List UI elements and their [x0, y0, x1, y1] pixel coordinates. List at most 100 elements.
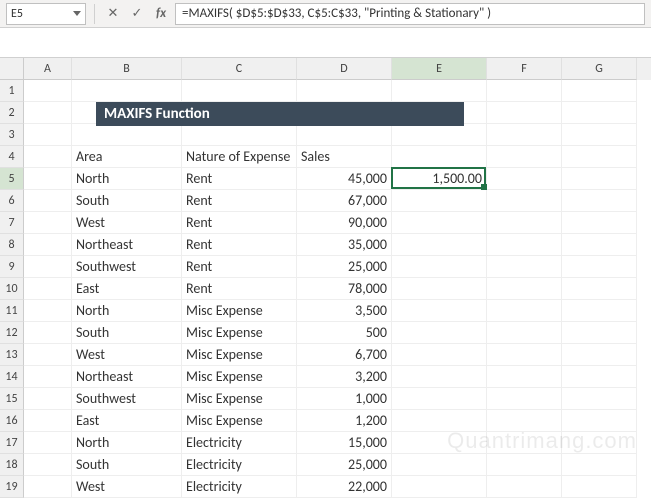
cell-F12[interactable]: [487, 322, 562, 344]
cell-G15[interactable]: [562, 388, 637, 410]
cell-area[interactable]: East: [72, 410, 182, 432]
cell-F6[interactable]: [487, 190, 562, 212]
cell-F8[interactable]: [487, 234, 562, 256]
cell-sales[interactable]: 500: [297, 322, 392, 344]
cell-sales[interactable]: 67,000: [297, 190, 392, 212]
cell-D1[interactable]: [297, 80, 392, 102]
col-header-B[interactable]: B: [72, 58, 182, 80]
cell-G9[interactable]: [562, 256, 637, 278]
cell-area[interactable]: South: [72, 454, 182, 476]
cell-A13[interactable]: [24, 344, 72, 366]
cell-nature[interactable]: Misc Expense: [182, 322, 297, 344]
cell-F17[interactable]: [487, 432, 562, 454]
cell-E15[interactable]: [392, 388, 487, 410]
cell-G13[interactable]: [562, 344, 637, 366]
cell-nature[interactable]: Electricity: [182, 432, 297, 454]
cell-F19[interactable]: [487, 476, 562, 498]
cell-sales[interactable]: 78,000: [297, 278, 392, 300]
cell-E18[interactable]: [392, 454, 487, 476]
row-header-2[interactable]: 2: [0, 102, 24, 124]
cell-E3[interactable]: [392, 124, 487, 146]
cell-A16[interactable]: [24, 410, 72, 432]
cell-G2[interactable]: [562, 102, 637, 124]
cell-E14[interactable]: [392, 366, 487, 388]
cell-E8[interactable]: [392, 234, 487, 256]
cell-A6[interactable]: [24, 190, 72, 212]
cell-G16[interactable]: [562, 410, 637, 432]
row-header-15[interactable]: 15: [0, 388, 24, 410]
cell-F3[interactable]: [487, 124, 562, 146]
cell-E9[interactable]: [392, 256, 487, 278]
cell-E11[interactable]: [392, 300, 487, 322]
cancel-formula-button[interactable]: ✕: [103, 4, 123, 24]
cell-F2[interactable]: [487, 102, 562, 124]
row-header-6[interactable]: 6: [0, 190, 24, 212]
cell-E13[interactable]: [392, 344, 487, 366]
cell-area[interactable]: West: [72, 476, 182, 498]
cell-sales[interactable]: 6,700: [297, 344, 392, 366]
row-header-16[interactable]: 16: [0, 410, 24, 432]
cell-G14[interactable]: [562, 366, 637, 388]
col-header-C[interactable]: C: [182, 58, 297, 80]
cell-sales[interactable]: 25,000: [297, 256, 392, 278]
cell-area[interactable]: Southwest: [72, 388, 182, 410]
cell-A19[interactable]: [24, 476, 72, 498]
cell-nature[interactable]: Rent: [182, 234, 297, 256]
cell-B1[interactable]: [72, 80, 182, 102]
cell-nature[interactable]: Electricity: [182, 476, 297, 498]
header-sales[interactable]: Sales: [297, 146, 392, 168]
cell-B3[interactable]: [72, 124, 182, 146]
row-header-7[interactable]: 7: [0, 212, 24, 234]
row-header-13[interactable]: 13: [0, 344, 24, 366]
cell-A12[interactable]: [24, 322, 72, 344]
cell-nature[interactable]: Misc Expense: [182, 410, 297, 432]
cell-sales[interactable]: 1,200: [297, 410, 392, 432]
cell-D3[interactable]: [297, 124, 392, 146]
col-header-G[interactable]: G: [562, 58, 637, 80]
row-header-11[interactable]: 11: [0, 300, 24, 322]
cell-A18[interactable]: [24, 454, 72, 476]
cell-sales[interactable]: 25,000: [297, 454, 392, 476]
col-header-F[interactable]: F: [487, 58, 562, 80]
cell-A11[interactable]: [24, 300, 72, 322]
cell-G11[interactable]: [562, 300, 637, 322]
cell-nature[interactable]: Electricity: [182, 454, 297, 476]
cell-area[interactable]: West: [72, 212, 182, 234]
insert-function-button[interactable]: fx: [151, 4, 171, 24]
cell-area[interactable]: Northeast: [72, 234, 182, 256]
cell-F9[interactable]: [487, 256, 562, 278]
cell-nature[interactable]: Misc Expense: [182, 388, 297, 410]
selected-cell-value[interactable]: 1,500.00: [392, 168, 487, 190]
cell-sales[interactable]: 45,000: [297, 168, 392, 190]
row-header-8[interactable]: 8: [0, 234, 24, 256]
cell-F7[interactable]: [487, 212, 562, 234]
row-header-14[interactable]: 14: [0, 366, 24, 388]
cell-area[interactable]: North: [72, 168, 182, 190]
row-header-4[interactable]: 4: [0, 146, 24, 168]
cell-G19[interactable]: [562, 476, 637, 498]
row-header-12[interactable]: 12: [0, 322, 24, 344]
header-nature[interactable]: Nature of Expense: [182, 146, 297, 168]
cell-area[interactable]: North: [72, 432, 182, 454]
cell-A8[interactable]: [24, 234, 72, 256]
row-header-17[interactable]: 17: [0, 432, 24, 454]
cell-C3[interactable]: [182, 124, 297, 146]
cell-nature[interactable]: Rent: [182, 212, 297, 234]
cell-C1[interactable]: [182, 80, 297, 102]
cell-F14[interactable]: [487, 366, 562, 388]
name-box[interactable]: E5: [6, 3, 86, 25]
cell-A5[interactable]: [24, 168, 72, 190]
cell-F5[interactable]: [487, 168, 562, 190]
header-area[interactable]: Area: [72, 146, 182, 168]
cell-E1[interactable]: [392, 80, 487, 102]
cell-F18[interactable]: [487, 454, 562, 476]
cell-sales[interactable]: 15,000: [297, 432, 392, 454]
cell-G3[interactable]: [562, 124, 637, 146]
cell-G5[interactable]: [562, 168, 637, 190]
cell-sales[interactable]: 90,000: [297, 212, 392, 234]
cell-G8[interactable]: [562, 234, 637, 256]
cell-A2[interactable]: [24, 102, 72, 124]
cell-G4[interactable]: [562, 146, 637, 168]
cell-A7[interactable]: [24, 212, 72, 234]
cell-A3[interactable]: [24, 124, 72, 146]
